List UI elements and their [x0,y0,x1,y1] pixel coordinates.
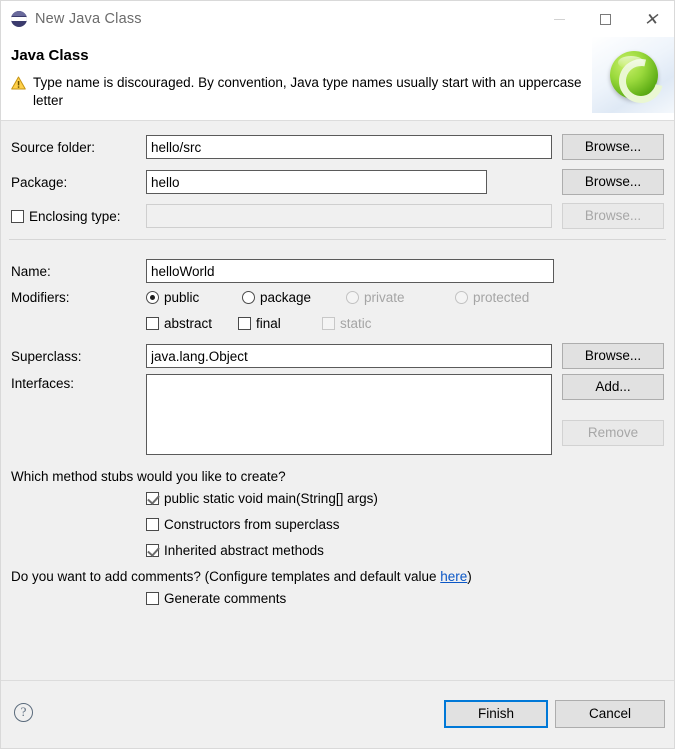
interfaces-add-button[interactable]: Add... [562,374,664,400]
enclosing-type-row: Enclosing type: Browse... [11,203,664,229]
generate-comments-label: Generate comments [164,591,287,606]
enclosing-type-label: Enclosing type: [29,208,121,224]
help-icon[interactable]: ? [14,703,33,722]
stub-constructors-row[interactable]: Constructors from superclass [11,517,664,532]
generate-comments-row[interactable]: Generate comments [11,591,664,606]
stub-main-checkbox-group[interactable]: public static void main(String[] args) [146,491,378,506]
modifier-checkbox-final[interactable]: final [238,316,318,331]
enclosing-type-browse-button[interactable]: Browse... [562,203,664,229]
modifier-radio-package[interactable]: package [242,290,342,305]
modifier-public-label: public [164,290,200,305]
stub-constructors-label: Constructors from superclass [164,517,340,532]
interfaces-remove-button[interactable]: Remove [562,420,664,446]
comments-question: Do you want to add comments? (Configure … [11,569,472,584]
checkbox-static-icon[interactable] [322,317,335,330]
package-input[interactable] [146,170,487,194]
java-class-icon [11,11,27,27]
radio-package-icon[interactable] [242,291,255,304]
name-label: Name: [11,263,51,279]
checkbox-constructors-icon[interactable] [146,518,159,531]
warning-icon [11,76,26,90]
enclosing-type-input[interactable] [146,204,552,228]
modifier-final-label: final [256,316,281,331]
new-class-banner-icon [592,37,674,113]
configure-templates-link[interactable]: here [440,569,467,584]
method-stubs-question: Which method stubs would you like to cre… [11,469,286,484]
package-label: Package: [11,174,68,190]
stub-inherited-row[interactable]: Inherited abstract methods [11,543,664,558]
new-java-class-dialog: New Java Class ✕ Java Class Type name is… [0,0,675,749]
superclass-browse-button[interactable]: Browse... [562,343,664,369]
modifier-package-label: package [260,290,312,305]
interfaces-label: Interfaces: [11,376,75,391]
modifier-protected-label: protected [473,290,530,305]
superclass-input[interactable] [146,344,552,368]
stub-inherited-label: Inherited abstract methods [164,543,324,558]
comments-question-prefix: Do you want to add comments? (Configure … [11,569,441,584]
stub-inherited-checkbox-group[interactable]: Inherited abstract methods [146,543,324,558]
modifier-static-label: static [340,316,372,331]
name-input[interactable] [146,259,554,283]
source-folder-browse-button[interactable]: Browse... [562,134,664,160]
checkbox-inherited-icon[interactable] [146,544,159,557]
superclass-label: Superclass: [11,348,82,364]
stub-main-row[interactable]: public static void main(String[] args) [11,491,664,506]
modifier-checkbox-abstract[interactable]: abstract [146,316,234,331]
modifiers-access-row: Modifiers: public package private protec… [11,290,664,305]
dialog-body: Source folder: Browse... Package: Browse… [1,121,674,680]
maximize-button[interactable] [582,1,628,37]
minimize-button[interactable] [536,1,582,37]
modifier-radio-private[interactable]: private [346,290,451,305]
package-row: Package: Browse... [11,169,664,195]
checkbox-abstract-icon[interactable] [146,317,159,330]
cancel-button[interactable]: Cancel [555,700,665,728]
window-title: New Java Class [35,11,142,27]
name-row: Name: [11,259,664,283]
modifier-abstract-label: abstract [164,316,213,331]
stub-main-label: public static void main(String[] args) [164,491,378,506]
source-folder-input[interactable] [146,135,552,159]
modifier-private-label: private [364,290,405,305]
superclass-row: Superclass: Browse... [11,343,664,369]
status-message-text: Type name is discouraged. By convention,… [33,75,582,108]
comments-question-suffix: ) [467,569,472,584]
checkbox-generate-comments-icon[interactable] [146,592,159,605]
modifiers-flags-row: abstract final static [11,316,664,331]
status-message: Type name is discouraged. By convention,… [11,74,591,110]
checkbox-final-icon[interactable] [238,317,251,330]
close-button[interactable]: ✕ [628,1,674,37]
enclosing-type-checkbox-group[interactable]: Enclosing type: [11,209,146,224]
radio-public-icon[interactable] [146,291,159,304]
interfaces-list[interactable] [146,374,552,455]
title-bar: New Java Class ✕ [1,1,674,37]
dialog-header: Java Class Type name is discouraged. By … [1,37,674,121]
checkbox-main-icon[interactable] [146,492,159,505]
source-folder-label: Source folder: [11,139,96,155]
finish-button[interactable]: Finish [444,700,548,728]
radio-protected-icon[interactable] [455,291,468,304]
enclosing-type-checkbox[interactable] [11,209,24,223]
package-browse-button[interactable]: Browse... [562,169,664,195]
dialog-footer: ? Finish Cancel [1,680,674,748]
interfaces-row: Interfaces: Add... Remove [11,374,664,455]
section-divider-1 [9,239,666,240]
generate-comments-checkbox-group[interactable]: Generate comments [146,591,286,606]
source-folder-row: Source folder: Browse... [11,134,664,160]
modifier-radio-public[interactable]: public [146,290,238,305]
modifier-radio-protected[interactable]: protected [455,290,529,305]
modifier-checkbox-static[interactable]: static [322,316,372,331]
page-title: Java Class [11,47,89,64]
radio-private-icon[interactable] [346,291,359,304]
window-controls: ✕ [536,1,674,37]
stub-constructors-checkbox-group[interactable]: Constructors from superclass [146,517,340,532]
modifiers-label: Modifiers: [11,290,70,305]
